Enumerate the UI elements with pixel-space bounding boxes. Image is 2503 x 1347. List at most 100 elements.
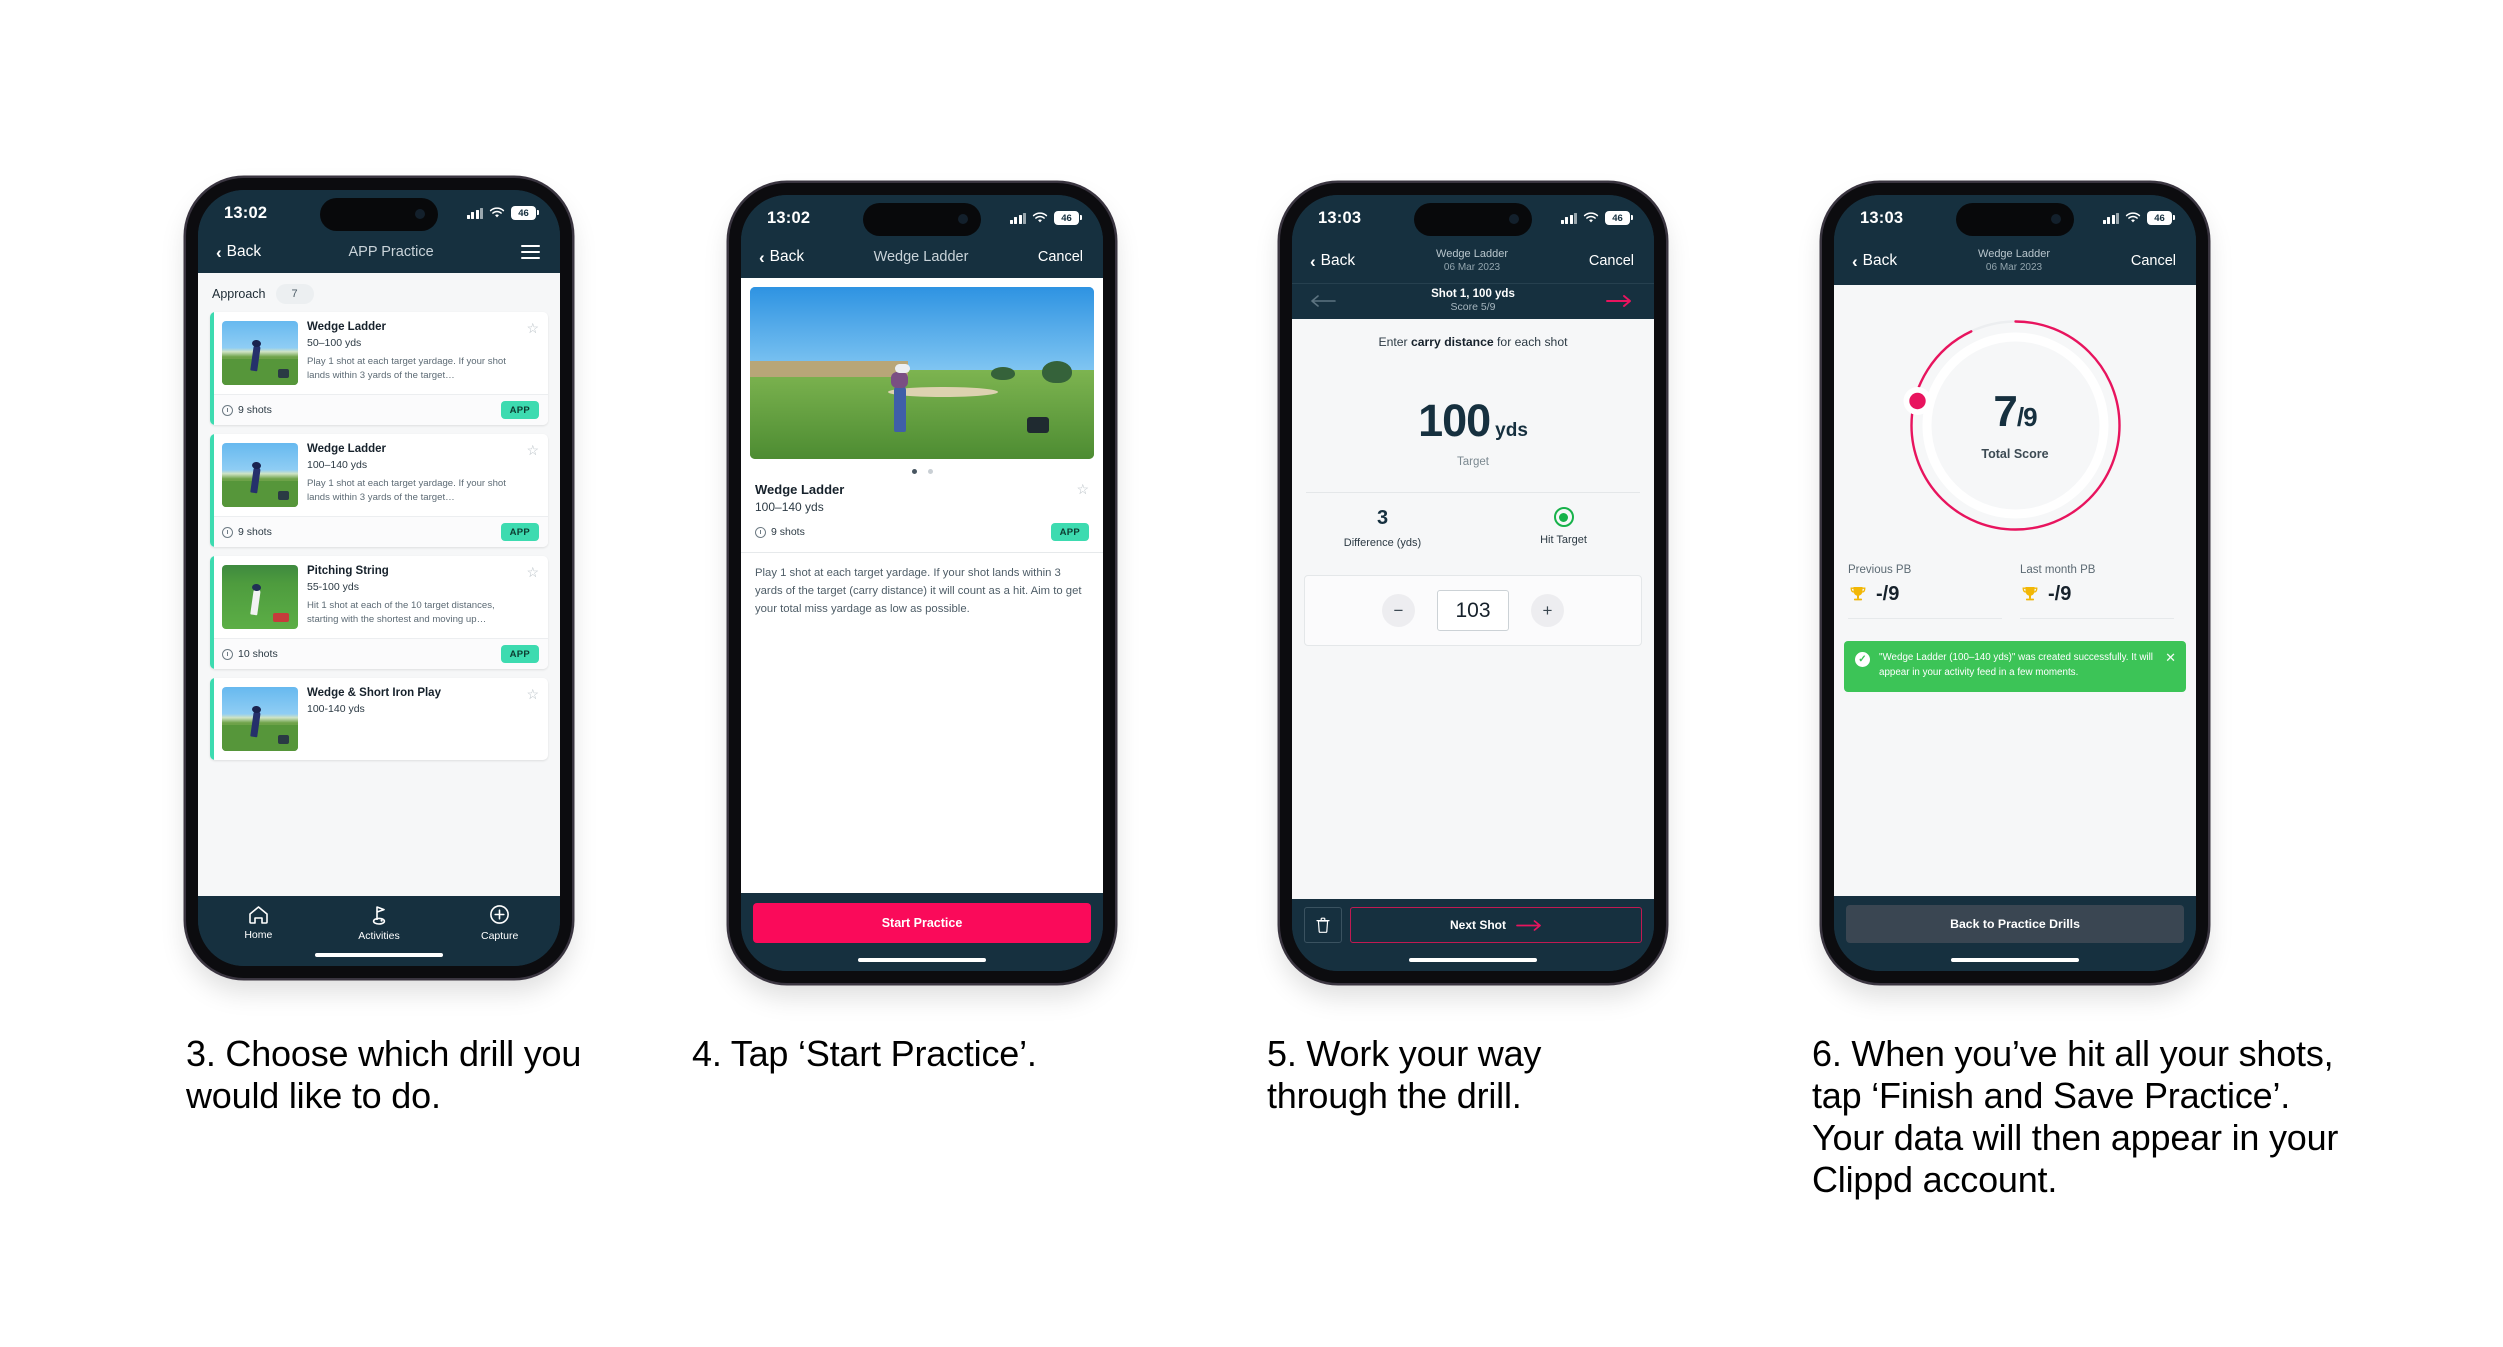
check-icon: ✓ (1855, 652, 1870, 668)
results-body: 7/9 Total Score Previous PB -/9 Last mon… (1834, 285, 2196, 896)
decrement-button[interactable]: − (1382, 594, 1415, 628)
category-tag: APP (500, 645, 539, 664)
increment-button[interactable]: + (1531, 594, 1564, 628)
drill-title: Wedge Ladder (755, 482, 845, 498)
next-shot-button[interactable]: Next Shot (1350, 907, 1642, 943)
status-icons: 46 (1561, 211, 1633, 225)
favourite-star-icon[interactable]: ☆ (522, 443, 539, 507)
drill-card[interactable]: Wedge & Short Iron Play 100-140 yds ☆ (210, 678, 548, 761)
drill-card-top: Wedge Ladder 100–140 yds Play 1 shot at … (210, 434, 548, 516)
drill-card[interactable]: Wedge Ladder 100–140 yds Play 1 shot at … (210, 434, 548, 548)
last-month-pb-row: -/9 (2020, 583, 2174, 620)
target-value: 100 (1418, 395, 1491, 447)
back-label: Back (226, 243, 262, 261)
drill-thumbnail (222, 443, 298, 508)
status-time: 13:02 (767, 208, 811, 227)
arrow-left-icon (1311, 294, 1336, 307)
cancel-button[interactable]: Cancel (1038, 249, 1083, 265)
drill-range: 100–140 yds (307, 458, 368, 471)
menu-icon[interactable] (521, 245, 540, 259)
shot-count-label: 9 shots (238, 526, 272, 539)
battery-indicator: 46 (511, 206, 539, 220)
drill-header-text: Wedge Ladder 100–140 yds (755, 482, 844, 514)
drill-card[interactable]: Pitching String 55-100 yds Hit 1 shot at… (210, 556, 548, 670)
start-practice-button[interactable]: Start Practice (753, 903, 1091, 943)
tab-activities[interactable]: Activities (319, 905, 440, 942)
nav-bar-3: ‹ Back Wedge Ladder 06 Mar 2023 Cancel (1292, 241, 1654, 284)
cancel-button[interactable]: Cancel (2131, 253, 2176, 269)
shot-info: Shot 1, 100 yds Score 5/9 (1340, 288, 1606, 313)
clock-icon (222, 648, 233, 660)
back-button[interactable]: ‹ Back (1852, 252, 1897, 270)
tab-home[interactable]: Home (198, 905, 319, 941)
favourite-star-icon[interactable]: ☆ (522, 321, 539, 385)
cta-container: Start Practice (741, 893, 1103, 949)
close-icon[interactable]: ✕ (2165, 651, 2176, 664)
favourite-star-icon[interactable]: ☆ (522, 565, 539, 629)
hit-target-icon (1553, 507, 1574, 528)
toast-message: "Wedge Ladder (100–140 yds)" was created… (1879, 652, 2153, 679)
drill-title: Wedge & Short Iron Play (307, 687, 441, 700)
last-month-pb-label: Last month PB (2020, 564, 2096, 577)
difference-stat: 3 Difference (yds) (1292, 507, 1473, 549)
tab-capture[interactable]: Capture (439, 904, 560, 942)
tab-label: Activities (358, 929, 400, 942)
drill-range: 100–140 yds (755, 500, 824, 515)
carousel-dots[interactable] (741, 459, 1103, 480)
drill-thumbnail (222, 321, 298, 386)
page-title: Wedge Ladder 06 Mar 2023 (1978, 248, 2050, 274)
success-toast: ✓ "Wedge Ladder (100–140 yds)" was creat… (1844, 641, 2186, 693)
nav-title-date: 06 Mar 2023 (1443, 261, 1501, 273)
shot-title: Shot 1, 100 yds (1431, 288, 1515, 301)
status-icons: 46 (467, 206, 539, 220)
next-shot-arrow-button[interactable] (1606, 294, 1636, 307)
screen-4: 13:03 46 ‹ Back Wedge Ladder 06 Mar 2023… (1834, 195, 2196, 971)
delete-shot-button[interactable] (1304, 907, 1342, 943)
previous-pb: Previous PB -/9 (1848, 564, 2010, 620)
back-label: Back (1320, 252, 1356, 270)
hit-target-label: Hit Target (1540, 534, 1587, 547)
prompt-pre: Enter (1378, 335, 1411, 350)
drill-description: Play 1 shot at each target yardage. If y… (741, 552, 1103, 619)
carry-distance-input[interactable]: 103 (1437, 590, 1509, 632)
drill-info: Pitching String 55-100 yds Hit 1 shot at… (307, 565, 513, 629)
total-score-label: Total Score (1981, 447, 2049, 462)
front-camera-icon (958, 214, 968, 224)
favourite-star-icon[interactable]: ☆ (522, 687, 539, 751)
drill-meta: 9 shots APP (741, 514, 1103, 552)
back-button[interactable]: ‹ Back (1310, 252, 1355, 270)
category-tag: APP (500, 401, 539, 420)
chevron-left-icon: ‹ (759, 247, 765, 267)
category-label: Approach (212, 287, 266, 302)
back-label: Back (769, 248, 805, 266)
shot-count: 9 shots (222, 404, 272, 416)
back-button[interactable]: ‹ Back (759, 248, 804, 266)
status-bar-3: 13:03 46 (1292, 195, 1654, 241)
dynamic-island (1956, 203, 2074, 236)
previous-shot-button[interactable] (1310, 294, 1340, 307)
drill-range: 100-140 yds (307, 702, 365, 715)
caption-step-5: 5. Work your way through the drill. (1267, 1033, 1542, 1117)
cancel-button[interactable]: Cancel (1589, 253, 1634, 269)
dynamic-island (1414, 203, 1532, 236)
phone-2-drill-detail: 13:02 46 ‹ Back Wedge Ladder Cancel Wedg… (729, 183, 1115, 983)
caption-step-4: 4. Tap ‘Start Practice’. (692, 1033, 1037, 1074)
drill-range: 55-100 yds (307, 580, 359, 593)
category-filter[interactable]: Approach 7 (198, 273, 560, 312)
score-ring: 7/9 Total Score (1903, 313, 2128, 538)
wifi-icon (2125, 212, 2141, 224)
target-display: 100 yds Target (1292, 349, 1654, 468)
back-button[interactable]: ‹ Back (216, 243, 261, 261)
score-ring-container: 7/9 Total Score (1834, 285, 2196, 542)
drill-range: 50–100 yds (307, 336, 362, 349)
plus-circle-icon (490, 905, 510, 924)
drill-card[interactable]: Wedge Ladder 50–100 yds Play 1 shot at e… (210, 312, 548, 426)
battery-indicator: 46 (2147, 211, 2175, 225)
wifi-icon (489, 207, 505, 219)
dynamic-island (863, 203, 981, 236)
home-indicator (198, 944, 560, 966)
tab-label: Home (244, 929, 273, 941)
favourite-star-icon[interactable]: ☆ (1072, 482, 1089, 496)
category-tag: APP (500, 523, 539, 542)
back-to-practice-drills-button[interactable]: Back to Practice Drills (1846, 905, 2184, 943)
